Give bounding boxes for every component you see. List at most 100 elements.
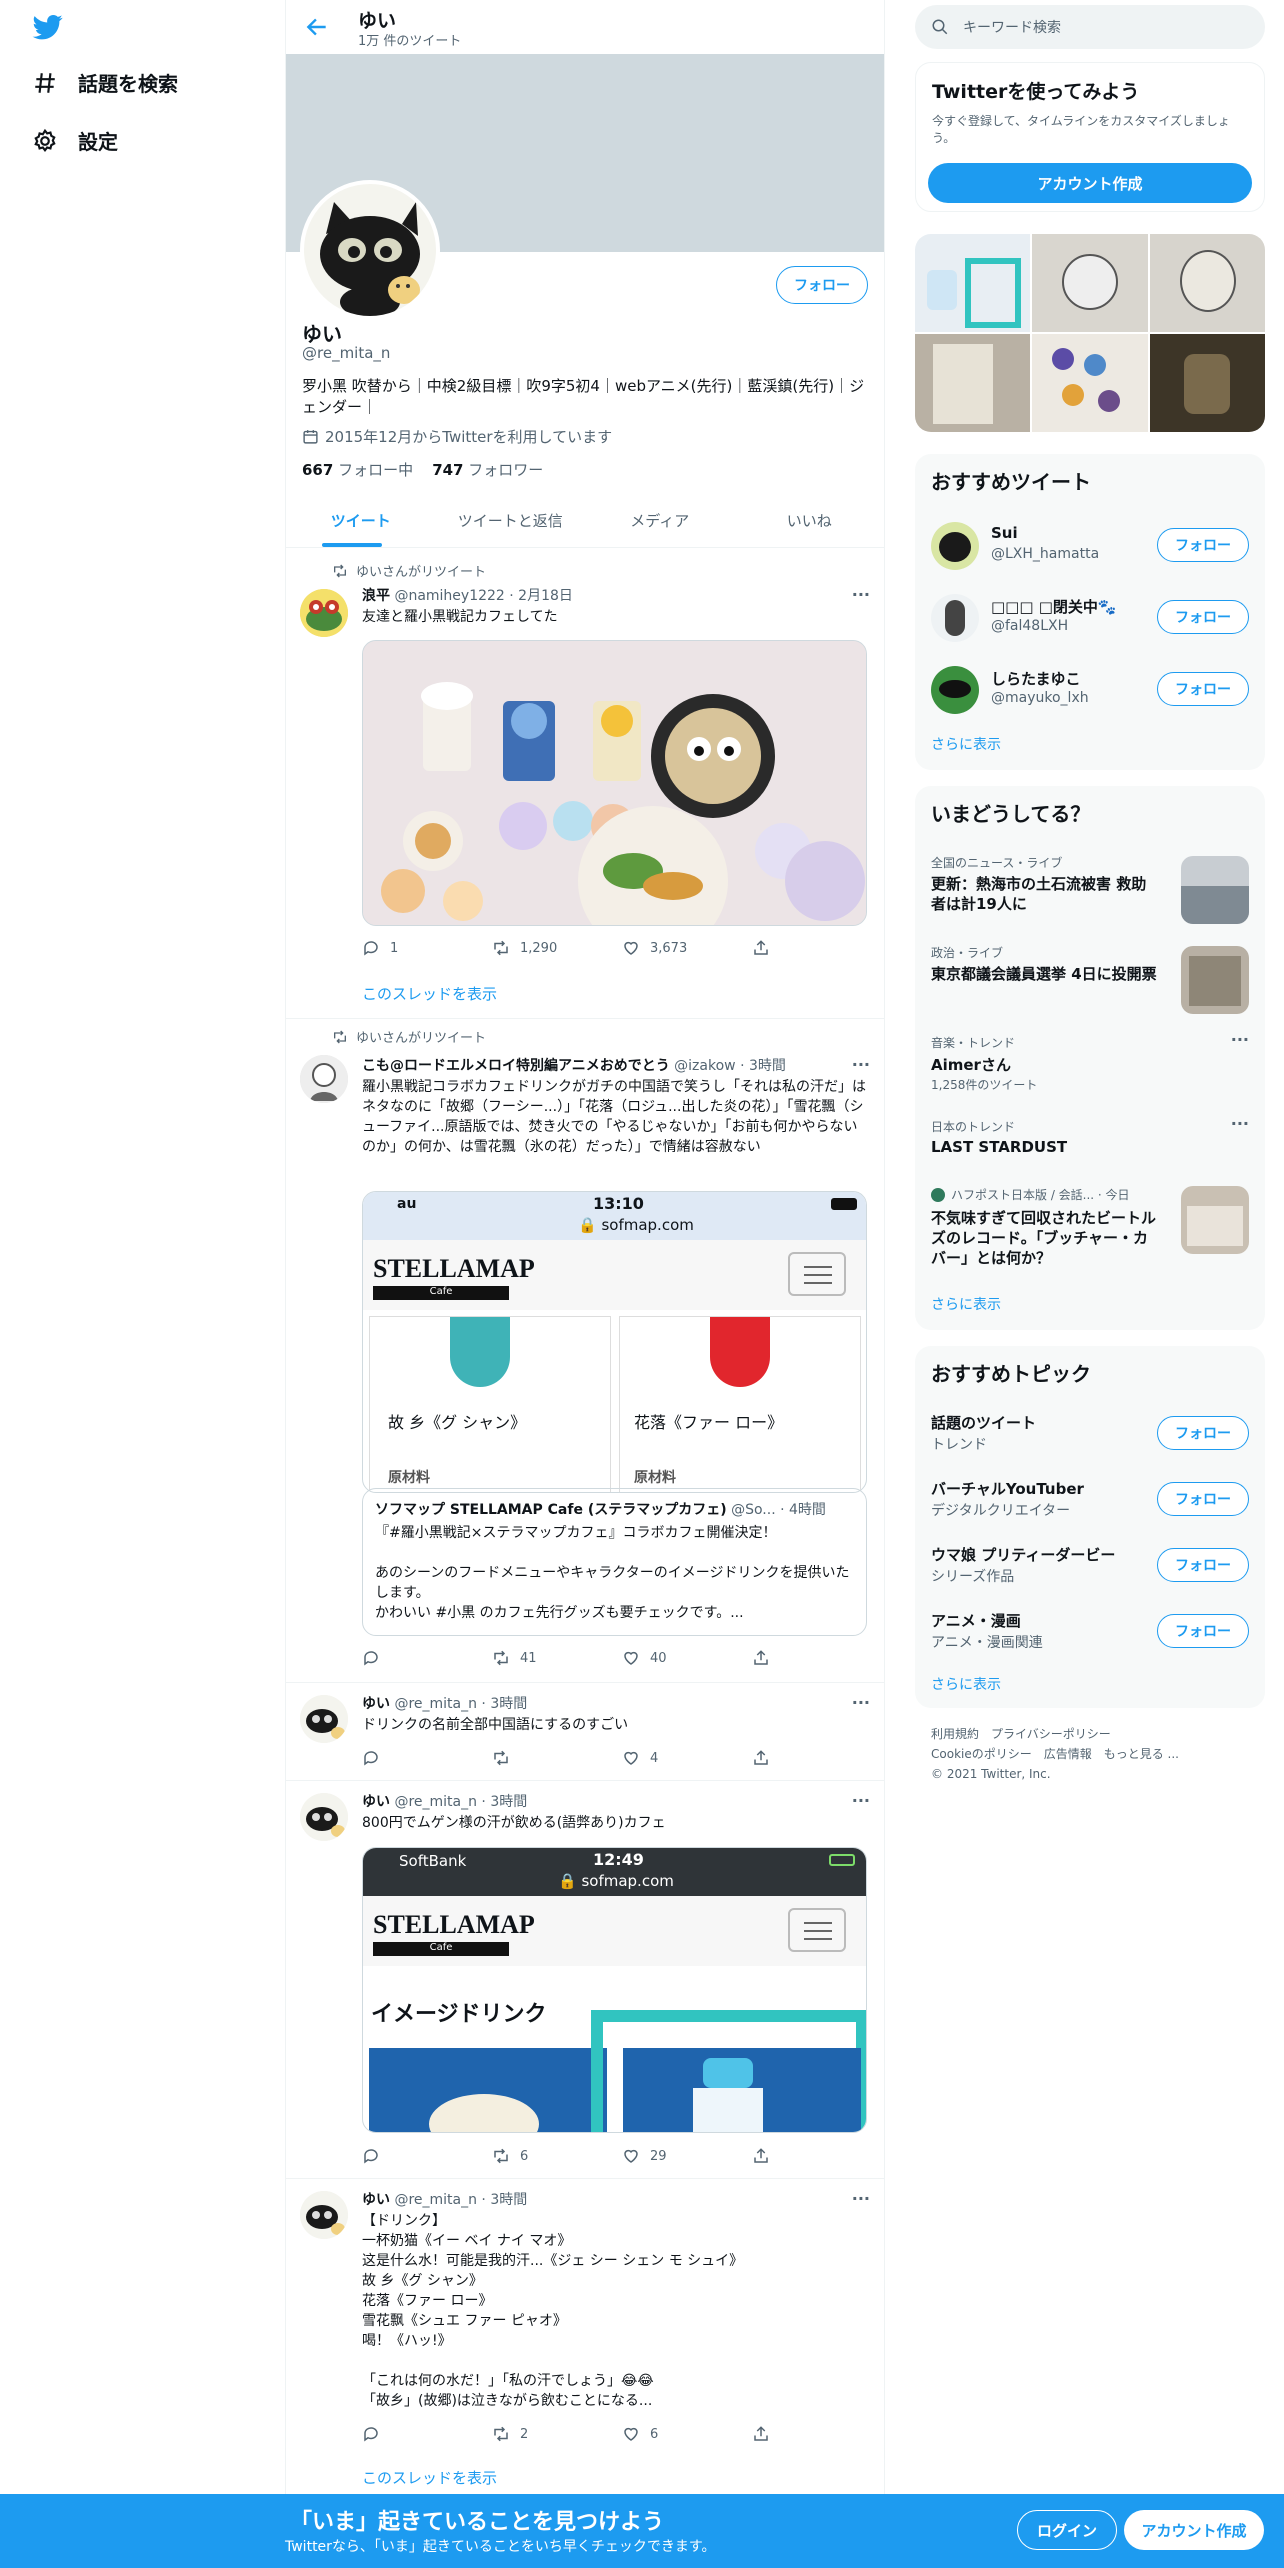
more-options-icon[interactable]: ··· (852, 1693, 870, 1712)
tweet-author-name[interactable]: ゆい (362, 2192, 390, 2208)
retweet-button[interactable]: 41 (492, 1649, 592, 1667)
tweet-handle-time[interactable]: @namihey1222 · 2月18日 (394, 588, 572, 604)
retweet-button[interactable]: 2 (492, 2425, 592, 2443)
tweet-author-name[interactable]: ゆい (362, 1696, 390, 1712)
tweet-avatar[interactable] (300, 1055, 348, 1103)
like-button[interactable]: 6 (622, 2425, 722, 2443)
quoted-tweet[interactable]: ソフマップ STELLAMAP Cafe (ステラマップカフェ) @So... … (362, 1488, 867, 1636)
show-more-link[interactable]: さらに表示 (931, 734, 1001, 754)
login-button[interactable]: ログイン (1017, 2510, 1117, 2550)
show-thread-link[interactable]: このスレッドを表示 (362, 2467, 497, 2488)
tab-likes[interactable]: いいね (735, 494, 885, 547)
recommended-user[interactable]: しらたまゆこ @mayuko_lxh フォロー (915, 654, 1265, 726)
more-options-icon[interactable]: ··· (852, 2189, 870, 2208)
topic-item[interactable]: バーチャルYouTuber デジタルクリエイター フォロー (915, 1468, 1265, 1534)
share-button[interactable] (752, 939, 792, 957)
twitter-logo-icon[interactable] (32, 12, 64, 42)
more-options-icon[interactable]: ··· (852, 1791, 870, 1810)
show-more-link[interactable]: さらに表示 (931, 1674, 1001, 1694)
tweet-photo[interactable]: au 13:10 🔒 sofmap.com STELLAMAP Cafe 故 乡… (362, 1191, 867, 1493)
tweet-handle-time[interactable]: @re_mita_n · 3時間 (394, 1794, 527, 1810)
tweet-photo[interactable]: SoftBank 12:49 🔒 sofmap.com STELLAMAP Ca… (362, 1847, 867, 2133)
trend-item[interactable]: 全国のニュース・ライブ 更新：熱海市の土石流被害 救助者は計19人に (915, 842, 1265, 932)
reply-button[interactable] (362, 1649, 462, 1667)
recommended-user[interactable]: □□□ □閉关中🐾 @fal48LXH フォロー (915, 582, 1265, 654)
followers-link[interactable]: 747 フォロワー (432, 461, 543, 479)
tab-tweets-replies[interactable]: ツイートと返信 (436, 494, 586, 547)
follow-button[interactable]: フォロー (1157, 528, 1249, 562)
footer-line[interactable]: 利用規約 プライバシーポリシー (931, 1724, 1179, 1744)
recommended-user[interactable]: Sui @LXH_hamatta フォロー (915, 510, 1265, 582)
like-button[interactable]: 40 (622, 1649, 722, 1667)
media-thumb[interactable] (915, 334, 1031, 432)
topic-item[interactable]: ウマ娘 プリティーダービー シリーズ作品 フォロー (915, 1534, 1265, 1600)
reply-button[interactable] (362, 2425, 462, 2443)
search-box[interactable]: キーワード検索 (915, 5, 1265, 49)
tweet[interactable]: ゆい @re_mita_n · 3時間 ··· 【ドリンク】 一杯奶猫《イー ベ… (286, 2179, 884, 2499)
retweet-button[interactable] (492, 1749, 592, 1767)
tweet-avatar[interactable] (300, 1695, 348, 1743)
trend-item[interactable]: 日本のトレンド LAST STARDUST ··· (915, 1106, 1265, 1172)
tweet-avatar[interactable] (300, 1793, 348, 1841)
reply-button[interactable] (362, 1749, 462, 1767)
trend-item[interactable]: ハフポスト日本版 / 会話... · 今日 不気味すぎて回収されたビートルズのレ… (915, 1172, 1265, 1284)
follow-button[interactable]: フォロー (1157, 600, 1249, 634)
trend-item[interactable]: 音楽・トレンド Aimerさん 1,258件のツイート ··· (915, 1022, 1265, 1106)
tweet-author-name[interactable]: こも@ロードエルメロイ特別編アニメおめでとう (362, 1058, 670, 1074)
media-thumb[interactable] (1032, 334, 1148, 432)
tweet[interactable]: ゆいさんがリツイート こも@ロードエルメロイ特別編アニメおめでとう @izako… (286, 1019, 884, 1683)
like-button[interactable]: 3,673 (622, 939, 722, 957)
reply-button[interactable]: 1 (362, 939, 462, 957)
media-thumb[interactable] (1149, 334, 1265, 432)
media-thumb[interactable] (1149, 234, 1265, 332)
topic-item[interactable]: 話題のツイート トレンド フォロー (915, 1402, 1265, 1468)
follow-button[interactable]: フォロー (1157, 672, 1249, 706)
tweet-handle-time[interactable]: @re_mita_n · 3時間 (394, 1696, 527, 1712)
follow-button[interactable]: フォロー (1157, 1614, 1249, 1648)
tweet-avatar[interactable] (300, 2191, 348, 2239)
more-options-icon[interactable]: ··· (1231, 1030, 1249, 1049)
tweet-handle-time[interactable]: @re_mita_n · 3時間 (394, 2192, 527, 2208)
footer-line[interactable]: Cookieのポリシー 広告情報 もっと見る ... (931, 1744, 1179, 1764)
retweet-button[interactable]: 1,290 (492, 939, 592, 957)
follow-button[interactable]: フォロー (1157, 1416, 1249, 1450)
retweet-button[interactable]: 6 (492, 2147, 592, 2165)
tab-media[interactable]: メディア (585, 494, 735, 547)
share-button[interactable] (752, 1649, 792, 1667)
show-more-link[interactable]: さらに表示 (931, 1294, 1001, 1314)
tweet-author-name[interactable]: 浪平 (362, 588, 390, 604)
tweet[interactable]: ゆい @re_mita_n · 3時間 ··· ドリンクの名前全部中国語にするの… (286, 1683, 884, 1781)
back-arrow-icon[interactable] (304, 14, 330, 40)
share-button[interactable] (752, 2147, 792, 2165)
share-button[interactable] (752, 1749, 792, 1767)
follow-button[interactable]: フォロー (776, 266, 868, 304)
tweet-avatar[interactable] (300, 589, 348, 637)
create-account-button[interactable]: アカウント作成 (928, 163, 1252, 203)
trend-item[interactable]: 政治・ライブ 東京都議会議員選挙 4日に投開票 (915, 932, 1265, 1022)
more-options-icon[interactable]: ··· (1231, 1114, 1249, 1133)
topic-item[interactable]: アニメ・漫画 アニメ・漫画関連 フォロー (915, 1600, 1265, 1666)
tab-tweets[interactable]: ツイート (286, 494, 436, 547)
more-options-icon[interactable]: ··· (852, 1055, 870, 1074)
share-button[interactable] (752, 2425, 792, 2443)
nav-settings[interactable]: 設定 (32, 126, 118, 155)
following-link[interactable]: 667 フォロー中 (302, 461, 413, 479)
follow-button[interactable]: フォロー (1157, 1548, 1249, 1582)
reply-button[interactable] (362, 2147, 462, 2165)
tweet-author-name[interactable]: ゆい (362, 1794, 390, 1810)
tweet-handle-time[interactable]: @izakow · 3時間 (674, 1058, 786, 1074)
media-thumb[interactable] (915, 234, 1031, 332)
tweet-photo[interactable] (362, 640, 867, 926)
tweet[interactable]: ゆいさんがリツイート 浪平 @namihey1222 · 2月18日 ··· 友… (286, 549, 884, 1019)
search-input[interactable]: キーワード検索 (963, 17, 1061, 37)
profile-avatar[interactable] (300, 180, 440, 320)
follow-button[interactable]: フォロー (1157, 1482, 1249, 1516)
like-button[interactable]: 29 (622, 2147, 722, 2165)
like-button[interactable]: 4 (622, 1749, 722, 1767)
signup-button[interactable]: アカウント作成 (1124, 2510, 1264, 2550)
show-thread-link[interactable]: このスレッドを表示 (362, 983, 497, 1004)
more-options-icon[interactable]: ··· (852, 585, 870, 604)
tweet[interactable]: ゆい @re_mita_n · 3時間 ··· 800円でムゲン様の汗が飲める(… (286, 1781, 884, 2179)
media-thumb[interactable] (1032, 234, 1148, 332)
nav-explore[interactable]: 話題を検索 (32, 68, 178, 97)
